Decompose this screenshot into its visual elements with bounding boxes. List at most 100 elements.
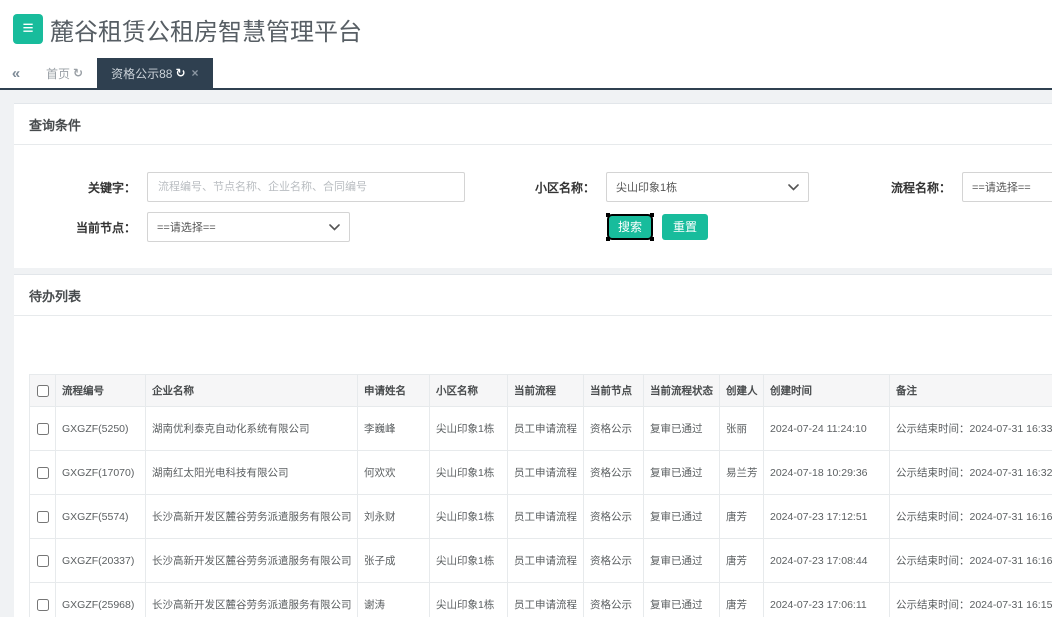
- row-checkbox-cell: [30, 495, 56, 539]
- chevron-down-icon: [329, 224, 340, 231]
- table-cell: 张丽: [720, 407, 764, 451]
- table-cell: 尖山印象1栋: [430, 495, 508, 539]
- reset-button-label: 重置: [673, 220, 697, 234]
- tab-home[interactable]: 首页 ↻: [32, 58, 97, 88]
- table-cell: 何欢欢: [358, 451, 430, 495]
- current-node-label: 当前节点：: [14, 219, 147, 236]
- tab-qualification-label: 资格公示88: [111, 65, 172, 82]
- column-header: 流程编号: [56, 375, 146, 407]
- todo-panel-body: 流程编号企业名称申请姓名小区名称当前流程当前节点当前流程状态创建人创建时间备注 …: [14, 316, 1052, 617]
- row-checkbox[interactable]: [37, 555, 49, 567]
- app-header: ≡ 麓谷租赁公租房智慧管理平台: [0, 0, 1052, 58]
- row-checkbox[interactable]: [37, 423, 49, 435]
- table-cell: 刘永财: [358, 495, 430, 539]
- table-cell: 长沙高新开发区麓谷劳务派遣服务有限公司: [146, 539, 358, 583]
- reset-button[interactable]: 重置: [662, 214, 708, 240]
- row-checkbox-cell: [30, 451, 56, 495]
- app-window: ≡ 麓谷租赁公租房智慧管理平台 « 首页 ↻ 资格公示88 ↻ × 查询条件 关…: [0, 0, 1052, 617]
- table-row: GXGZF(5250)湖南优利泰克自动化系统有限公司李巍峰尖山印象1栋员工申请流…: [30, 407, 1052, 451]
- column-header: 当前流程状态: [644, 375, 720, 407]
- table-cell: 员工申请流程: [508, 451, 584, 495]
- row-checkbox-cell: [30, 407, 56, 451]
- table-cell: GXGZF(25968): [56, 583, 146, 617]
- query-buttons: 搜索 重置: [607, 214, 708, 240]
- table-cell: 湖南优利泰克自动化系统有限公司: [146, 407, 358, 451]
- table-cell: 公示结束时间：2024-07-31 16:16:27: [890, 495, 1052, 539]
- table-cell: GXGZF(5574): [56, 495, 146, 539]
- main-content: 查询条件 关键字： 小区名称： 尖山印象1栋 流程名称： ==请选择==: [0, 90, 1052, 617]
- hamburger-menu-icon: ≡: [22, 18, 33, 40]
- table-cell: 尖山印象1栋: [430, 407, 508, 451]
- row-checkbox-cell: [30, 539, 56, 583]
- query-form-row-1: 关键字： 小区名称： 尖山印象1栋 流程名称： ==请选择==: [14, 172, 1052, 202]
- row-checkbox[interactable]: [37, 511, 49, 523]
- table-cell: 易兰芳: [720, 451, 764, 495]
- row-checkbox[interactable]: [37, 467, 49, 479]
- column-header: 小区名称: [430, 375, 508, 407]
- tab-home-label: 首页: [46, 65, 70, 82]
- close-icon[interactable]: ×: [192, 66, 199, 80]
- process-name-select[interactable]: ==请选择==: [962, 172, 1052, 202]
- row-checkbox[interactable]: [37, 599, 49, 611]
- table-cell: 复审已通过: [644, 495, 720, 539]
- community-select[interactable]: 尖山印象1栋: [606, 172, 809, 202]
- table-cell: 资格公示: [584, 495, 644, 539]
- table-cell: 尖山印象1栋: [430, 583, 508, 617]
- table-cell: 长沙高新开发区麓谷劳务派遣服务有限公司: [146, 583, 358, 617]
- select-all-checkbox[interactable]: [37, 385, 49, 397]
- table-row: GXGZF(20337)长沙高新开发区麓谷劳务派遣服务有限公司张子成尖山印象1栋…: [30, 539, 1052, 583]
- query-panel-title: 查询条件: [14, 104, 1052, 145]
- table-cell: 2024-07-23 17:12:51: [764, 495, 890, 539]
- refresh-icon[interactable]: ↻: [175, 66, 185, 80]
- column-header: 备注: [890, 375, 1052, 407]
- table-cell: 湖南红太阳光电科技有限公司: [146, 451, 358, 495]
- table-cell: 谢涛: [358, 583, 430, 617]
- table-cell: 员工申请流程: [508, 407, 584, 451]
- process-name-select-value: ==请选择==: [972, 179, 1031, 195]
- column-header: 当前流程: [508, 375, 584, 407]
- refresh-icon[interactable]: ↻: [73, 66, 83, 80]
- focus-handle: [606, 237, 610, 241]
- focus-handle: [606, 213, 610, 217]
- collapse-tabs-button[interactable]: «: [0, 58, 32, 88]
- table-cell: 公示结束时间：2024-07-31 16:16:11: [890, 539, 1052, 583]
- table-cell: 公示结束时间：2024-07-31 16:32:41: [890, 451, 1052, 495]
- select-all-cell: [30, 375, 56, 407]
- table-cell: 2024-07-24 11:24:10: [764, 407, 890, 451]
- column-header: 申请姓名: [358, 375, 430, 407]
- table-cell: 2024-07-18 10:29:36: [764, 451, 890, 495]
- table-cell: 员工申请流程: [508, 495, 584, 539]
- table-row: GXGZF(5574)长沙高新开发区麓谷劳务派遣服务有限公司刘永财尖山印象1栋员…: [30, 495, 1052, 539]
- search-button[interactable]: 搜索: [607, 214, 653, 240]
- table-header-row: 流程编号企业名称申请姓名小区名称当前流程当前节点当前流程状态创建人创建时间备注: [30, 375, 1052, 407]
- table-cell: 资格公示: [584, 583, 644, 617]
- focus-handle: [650, 237, 654, 241]
- todo-panel-title: 待办列表: [14, 275, 1052, 316]
- tab-qualification-publicity[interactable]: 资格公示88 ↻ ×: [97, 58, 212, 88]
- current-node-select-value: ==请选择==: [157, 219, 216, 235]
- table-cell: 尖山印象1栋: [430, 539, 508, 583]
- table-cell: 复审已通过: [644, 407, 720, 451]
- query-conditions-panel: 查询条件 关键字： 小区名称： 尖山印象1栋 流程名称： ==请选择==: [14, 103, 1052, 268]
- table-cell: 尖山印象1栋: [430, 451, 508, 495]
- table-cell: GXGZF(20337): [56, 539, 146, 583]
- table-cell: 公示结束时间：2024-07-31 16:33:01: [890, 407, 1052, 451]
- menu-toggle-button[interactable]: ≡: [13, 14, 43, 44]
- table-cell: 资格公示: [584, 539, 644, 583]
- table-cell: 唐芳: [720, 539, 764, 583]
- process-name-label: 流程名称：: [809, 179, 962, 196]
- current-node-select[interactable]: ==请选择==: [147, 212, 350, 242]
- todo-table: 流程编号企业名称申请姓名小区名称当前流程当前节点当前流程状态创建人创建时间备注 …: [29, 374, 1052, 617]
- table-cell: 资格公示: [584, 407, 644, 451]
- table-cell: 员工申请流程: [508, 583, 584, 617]
- table-cell: 复审已通过: [644, 451, 720, 495]
- table-cell: GXGZF(5250): [56, 407, 146, 451]
- keyword-label: 关键字：: [14, 179, 147, 196]
- table-cell: 长沙高新开发区麓谷劳务派遣服务有限公司: [146, 495, 358, 539]
- chevron-down-icon: [788, 184, 799, 191]
- column-header: 创建人: [720, 375, 764, 407]
- keyword-input[interactable]: [147, 172, 465, 202]
- search-button-label: 搜索: [618, 220, 642, 234]
- column-header: 企业名称: [146, 375, 358, 407]
- table-cell: 唐芳: [720, 495, 764, 539]
